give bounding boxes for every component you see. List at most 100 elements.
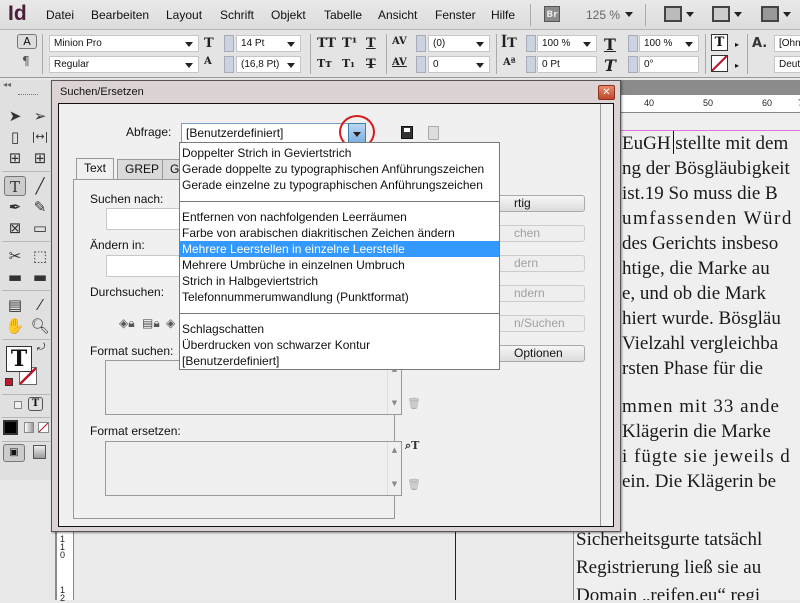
horizontal-scale-field[interactable]: 100 % [639,35,699,52]
note-tool-icon[interactable]: ▤ [5,295,25,315]
zoom-level[interactable]: 125 % [586,8,620,22]
apply-color-icon[interactable] [3,420,18,435]
superscript-icon[interactable]: T¹ [342,36,357,51]
arrange-documents-icon[interactable] [761,6,779,22]
delete-query-icon[interactable] [428,126,439,140]
scrollbar[interactable]: ▲▼ [387,442,401,495]
language-field[interactable]: Deuts [774,56,800,73]
preview-mode-icon[interactable] [33,445,46,459]
character-mode-icon[interactable]: A [17,34,37,49]
formatting-container-icon[interactable] [14,401,22,409]
menu-fenster[interactable]: Fenster [435,8,476,22]
view-options-arrow-icon[interactable] [686,12,694,17]
free-transform-tool-icon[interactable]: ⬚ [30,246,50,266]
fill-swatch-icon[interactable]: T [6,346,32,372]
scroll-up-icon[interactable]: ▲ [388,446,401,454]
menu-datei[interactable]: Datei [46,8,74,22]
locked-layers-icon[interactable]: ◈🔒︎ [119,316,135,331]
save-query-icon[interactable] [401,126,413,139]
gradient-swatch-tool-icon[interactable]: ▬ [5,267,25,287]
menu-bearbeiten[interactable]: Bearbeiten [91,8,149,22]
leading-spinner[interactable] [224,56,234,73]
kerning-field[interactable]: (0) [428,35,490,52]
query-select[interactable]: [Benutzerdefiniert] [181,123,359,144]
query-option-selected[interactable]: Mehrere Leerstellen in einzelne Leerstel… [180,241,499,257]
small-caps-icon[interactable]: Tт [317,57,332,70]
all-caps-icon[interactable]: TT [317,36,336,51]
tab-grep[interactable]: GREP [117,159,168,179]
swap-colors-icon[interactable]: ⤾ [37,342,45,353]
font-size-field[interactable]: 14 Pt [236,35,301,52]
bridge-button[interactable]: Br [544,6,560,22]
selection-tool-icon[interactable]: ➤ [5,106,25,126]
tracking-field[interactable]: 0 [428,56,490,73]
skew-spinner[interactable] [628,56,638,73]
fill-arrow-icon[interactable]: ▸ [735,40,739,49]
baseline-shift-field[interactable]: 0 Pt [537,56,597,73]
pen-tool-icon[interactable]: ✒ [5,197,25,217]
subscript-icon[interactable]: T₁ [342,57,355,70]
close-button[interactable]: ✕ [598,85,615,100]
apply-gradient-icon[interactable] [24,422,34,433]
eyedropper-tool-icon[interactable]: ⁄ [30,295,50,315]
query-option[interactable]: Überdrucken von schwarzer Kontur [180,337,499,353]
skew-field[interactable]: 0° [639,56,699,73]
query-option[interactable]: [Benutzerdefiniert] [180,353,499,369]
panel-grip[interactable] [18,94,38,96]
scroll-down-icon[interactable]: ▼ [388,399,401,407]
content-placer-icon[interactable]: ⊞ [30,148,50,168]
gap-tool-icon[interactable]: |↔| [30,127,50,147]
type-tool-icon[interactable]: T [4,176,26,196]
query-option[interactable]: Strich in Halbgeviertstrich [180,273,499,289]
query-option[interactable]: Schlagschatten [180,321,499,337]
vertical-scale-spinner[interactable] [526,35,536,52]
zoom-tool-icon[interactable]: 🔍︎ [30,316,50,336]
rectangle-frame-tool-icon[interactable]: ⊠ [5,218,25,238]
line-tool-icon[interactable]: ╱ [30,176,50,196]
character-style-field[interactable]: [Ohne] [774,35,800,52]
query-option[interactable]: Entfernen von nachfolgenden Leerräumen [180,209,499,225]
hidden-layers-icon[interactable]: ◈ [166,316,175,330]
zoom-dropdown-arrow-icon[interactable] [625,12,633,17]
vertical-ruler[interactable]: 110 12 [57,532,74,603]
leading-field[interactable]: (16,8 Pt) [236,56,301,73]
kerning-spinner[interactable] [416,35,426,52]
screen-mode-arrow-icon[interactable] [734,12,742,17]
formatting-text-icon[interactable]: T [28,397,43,411]
content-collector-icon[interactable]: ⊞ [5,148,25,168]
underline-icon[interactable]: T [366,36,376,51]
query-option[interactable]: Gerade doppelte zu typographischen Anfüh… [180,161,499,177]
page-tool-icon[interactable]: ▯ [5,127,25,147]
default-colors-icon[interactable] [5,378,13,386]
query-option[interactable]: Farbe von arabischen diakritischen Zeich… [180,225,499,241]
menu-objekt[interactable]: Objekt [271,8,306,22]
format-replace-box[interactable]: ▲ ▼ [105,441,402,496]
font-family-field[interactable]: Minion Pro [49,35,199,52]
locked-stories-icon[interactable]: ▤🔒︎ [142,316,160,331]
menu-hilfe[interactable]: Hilfe [491,8,515,22]
clear-format-icon[interactable]: 🗑︎ [407,478,421,491]
fill-color-icon[interactable]: T [711,34,728,51]
tracking-spinner[interactable] [416,56,426,73]
view-options-icon[interactable] [664,6,682,22]
menu-ansicht[interactable]: Ansicht [378,8,417,22]
menu-tabelle[interactable]: Tabelle [324,8,362,22]
stroke-arrow-icon[interactable]: ▸ [735,61,739,70]
menu-layout[interactable]: Layout [166,8,202,22]
rectangle-tool-icon[interactable]: ▭ [30,218,50,238]
menu-schrift[interactable]: Schrift [220,8,254,22]
query-option[interactable]: Gerade einzelne zu typographischen Anfüh… [180,177,499,193]
pencil-tool-icon[interactable]: ✎ [30,197,50,217]
tab-text[interactable]: Text [76,158,115,180]
baseline-shift-spinner[interactable] [526,56,536,73]
font-size-spinner[interactable] [224,35,234,52]
hand-tool-icon[interactable]: ✋ [5,316,25,336]
vertical-scale-field[interactable]: 100 % [537,35,597,52]
screen-mode-icon[interactable] [712,6,730,22]
paragraph-mode-icon[interactable]: ¶ [22,54,30,68]
query-option[interactable]: Doppelter Strich in Geviertstrich [180,145,499,161]
normal-view-icon[interactable]: ▣ [3,444,25,462]
query-option[interactable]: Mehrere Umbrüche in einzelnen Umbruch [180,257,499,273]
horizontal-scale-spinner[interactable] [628,35,638,52]
clear-format-icon[interactable]: 🗑︎ [407,397,421,410]
